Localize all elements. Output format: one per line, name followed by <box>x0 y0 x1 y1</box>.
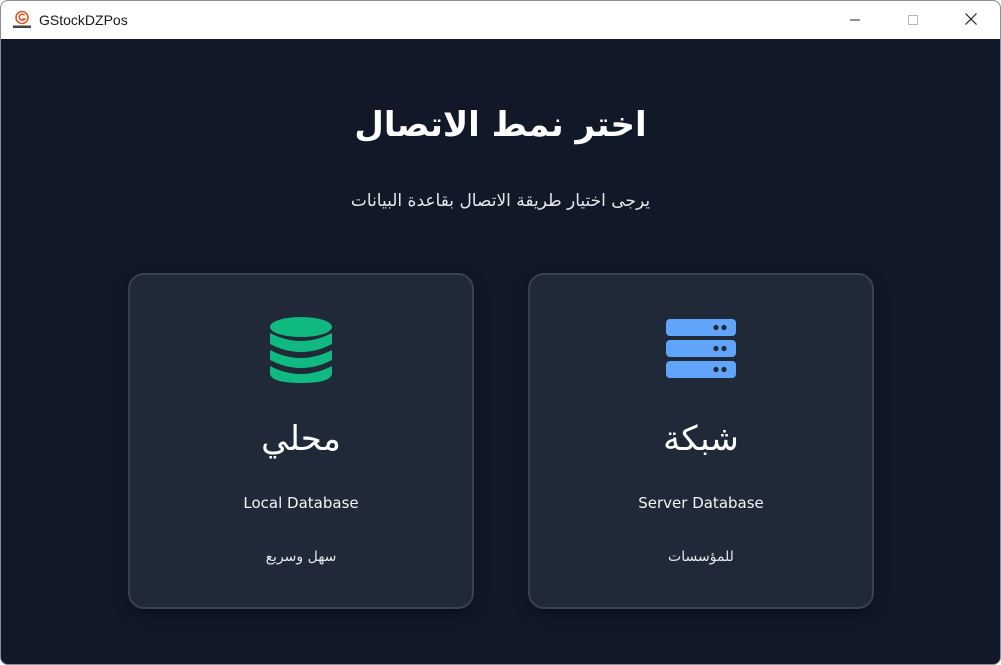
app-logo-icon <box>12 10 32 30</box>
app-window: GStockDZPos اختر نمط الاتصال يرجى اختيار… <box>0 0 1001 665</box>
maximize-button[interactable] <box>884 1 942 39</box>
local-card-title: محلي <box>261 419 341 459</box>
close-icon <box>964 11 978 30</box>
window-title: GStockDZPos <box>39 12 128 28</box>
maximize-icon <box>907 11 919 30</box>
server-card-title: شبكة <box>663 419 739 459</box>
database-icon <box>265 313 337 385</box>
page-title: اختر نمط الاتصال <box>354 105 647 145</box>
local-card-subtitle: Local Database <box>243 494 359 512</box>
server-icon <box>665 313 737 385</box>
server-database-card[interactable]: شبكة Server Database للمؤسسات <box>528 273 874 609</box>
local-card-note: سهل وسريع <box>265 549 337 565</box>
title-bar[interactable]: GStockDZPos <box>1 1 1000 39</box>
page-subtitle: يرجى اختيار طريقة الاتصال بقاعدة البيانا… <box>350 191 651 211</box>
minimize-icon <box>849 11 861 30</box>
minimize-button[interactable] <box>826 1 884 39</box>
server-card-subtitle: Server Database <box>638 494 764 512</box>
connection-mode-screen: اختر نمط الاتصال يرجى اختيار طريقة الاتص… <box>1 39 1000 664</box>
server-card-note: للمؤسسات <box>668 549 734 565</box>
local-database-card[interactable]: محلي Local Database سهل وسريع <box>128 273 474 609</box>
close-button[interactable] <box>942 1 1000 39</box>
